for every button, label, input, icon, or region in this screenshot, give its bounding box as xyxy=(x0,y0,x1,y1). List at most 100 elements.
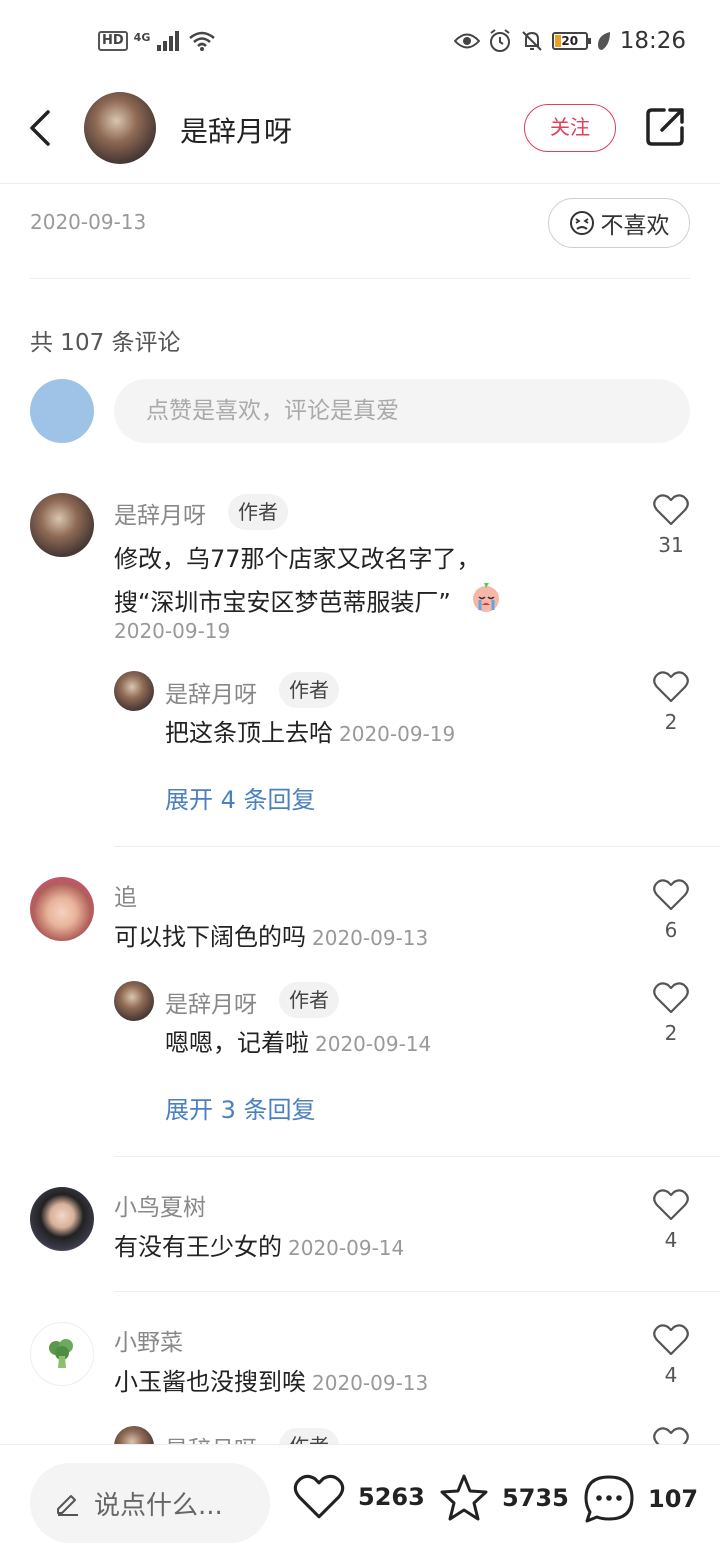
commenter-avatar[interactable] xyxy=(30,1322,94,1386)
reply-text: 嗯嗯，记着啦 2020-09-14 xyxy=(165,1022,431,1065)
back-button[interactable] xyxy=(24,106,60,150)
comment-text: 有没有王少女的 2020-09-14 xyxy=(114,1226,404,1269)
leaf-icon xyxy=(597,32,610,50)
unhappy-face-icon xyxy=(569,211,594,235)
say-something-input[interactable]: 说点什么... xyxy=(30,1463,270,1543)
comment-date: 2020-09-13 xyxy=(312,1371,429,1395)
heart-icon xyxy=(653,671,689,703)
crying-emoji-icon xyxy=(469,580,503,627)
say-placeholder: 说点什么... xyxy=(94,1490,223,1521)
author-badge: 作者 xyxy=(228,494,288,530)
commenter-name[interactable]: 小鸟夏树 xyxy=(114,1188,206,1222)
comment-text: 修改，乌77那个店家又改名字了， 搜“深圳市宝安区梦芭蒂服装厂” xyxy=(114,538,503,627)
star-icon xyxy=(440,1474,488,1521)
pencil-icon xyxy=(57,1495,78,1516)
like-count: 4 xyxy=(664,1363,678,1387)
comment-text-line: 修改，乌77那个店家又改名字了， xyxy=(114,545,481,573)
header: 是辞月呀 关注 xyxy=(0,88,720,184)
like-count: 4 xyxy=(664,1228,678,1252)
comment-text-span: 小玉酱也没搜到唉 xyxy=(114,1368,306,1396)
reply-avatar[interactable] xyxy=(114,671,154,711)
like-button[interactable]: 2 xyxy=(641,670,701,734)
commenter-name[interactable]: 追 xyxy=(114,878,137,912)
comment-text-span: 搜“深圳市宝安区梦芭蒂服装厂” xyxy=(114,588,451,617)
like-button[interactable]: 4 xyxy=(641,1188,701,1252)
heart-icon xyxy=(653,494,689,526)
wifi-icon xyxy=(189,31,216,51)
battery-icon: 20 xyxy=(551,32,591,50)
heart-icon xyxy=(653,982,689,1014)
back-arrow-icon xyxy=(30,110,50,146)
reply-text-span: 把这条顶上去哈 xyxy=(165,719,333,747)
divider xyxy=(30,278,690,279)
comment-bubble-icon xyxy=(584,1475,634,1523)
commenter-avatar[interactable] xyxy=(30,1187,94,1251)
like-count: 31 xyxy=(658,533,684,557)
signal-icon xyxy=(157,31,180,51)
commenter-name[interactable]: 是辞月呀 xyxy=(114,496,206,530)
like-button[interactable]: 2 xyxy=(641,981,701,1045)
reply-text-span: 嗯嗯，记着啦 xyxy=(165,1029,309,1057)
divider xyxy=(114,1291,720,1292)
like-post-button[interactable]: 5263 xyxy=(292,1473,425,1521)
heart-icon xyxy=(653,1189,689,1221)
commenter-avatar[interactable] xyxy=(30,877,94,941)
post-date: 2020-09-13 xyxy=(30,210,147,234)
mute-icon xyxy=(521,31,542,51)
heart-icon xyxy=(653,879,689,911)
author-name[interactable]: 是辞月呀 xyxy=(180,110,292,150)
status-left: HD 4G xyxy=(98,30,216,52)
share-icon xyxy=(646,108,684,146)
comment-text: 可以找下阔色的吗 2020-09-13 xyxy=(114,916,428,959)
reply-name[interactable]: 是辞月呀 xyxy=(165,675,257,709)
favorite-button[interactable]: 5735 xyxy=(438,1473,569,1523)
heart-icon xyxy=(293,1474,345,1519)
author-avatar[interactable] xyxy=(84,92,156,164)
like-count: 2 xyxy=(664,1021,678,1045)
like-button[interactable]: 31 xyxy=(641,493,701,557)
commenter-name[interactable]: 小野菜 xyxy=(114,1323,183,1357)
network-type: 4G xyxy=(133,30,151,44)
comments-button[interactable]: 107 xyxy=(582,1473,698,1525)
comment-text-span: 有没有王少女的 xyxy=(114,1233,282,1261)
like-button[interactable]: 4 xyxy=(641,1323,701,1387)
reply-avatar[interactable] xyxy=(114,981,154,1021)
status-right: 20 18:26 xyxy=(453,28,686,54)
author-badge: 作者 xyxy=(279,982,339,1018)
eye-icon xyxy=(453,33,480,49)
post-favorite-count: 5735 xyxy=(502,1484,569,1512)
broccoli-icon xyxy=(49,1339,73,1368)
heart-icon xyxy=(653,1324,689,1356)
comment-date: 2020-09-19 xyxy=(114,619,231,643)
reply-date: 2020-09-19 xyxy=(339,722,456,746)
reply-text: 把这条顶上去哈 2020-09-19 xyxy=(165,712,455,755)
dislike-label: 不喜欢 xyxy=(600,213,670,239)
bottom-bar: 说点什么... 5263 5735 107 xyxy=(0,1444,720,1560)
comment-text-span: 可以找下阔色的吗 xyxy=(114,923,306,951)
follow-button[interactable]: 关注 xyxy=(524,104,616,152)
status-bar: HD 4G 20 18:26 xyxy=(0,0,720,88)
comment-date: 2020-09-14 xyxy=(288,1236,405,1260)
hd-indicator: HD xyxy=(98,31,128,51)
divider xyxy=(114,1156,720,1157)
comment-count: 共 107 条评论 xyxy=(30,330,181,356)
share-button[interactable] xyxy=(644,106,686,148)
expand-replies-link[interactable]: 展开 3 条回复 xyxy=(165,1090,316,1125)
clock: 18:26 xyxy=(619,28,686,54)
my-avatar xyxy=(30,379,94,443)
like-count: 6 xyxy=(664,918,678,942)
expand-replies-link[interactable]: 展开 4 条回复 xyxy=(165,780,316,815)
reply-name[interactable]: 是辞月呀 xyxy=(165,985,257,1019)
divider xyxy=(114,846,720,847)
dislike-button[interactable]: 不喜欢 xyxy=(548,198,690,248)
like-button[interactable]: 6 xyxy=(641,878,701,942)
battery-level: 20 xyxy=(561,34,579,48)
alarm-icon xyxy=(489,29,510,52)
post-comment-count: 107 xyxy=(648,1485,699,1513)
comment-date: 2020-09-13 xyxy=(312,926,429,950)
reply-date: 2020-09-14 xyxy=(315,1032,432,1056)
post-like-count: 5263 xyxy=(358,1483,425,1511)
comment-input[interactable]: 点赞是喜欢，评论是真爱 xyxy=(114,379,690,443)
comment-text: 小玉酱也没搜到唉 2020-09-13 xyxy=(114,1361,428,1404)
commenter-avatar[interactable] xyxy=(30,493,94,557)
